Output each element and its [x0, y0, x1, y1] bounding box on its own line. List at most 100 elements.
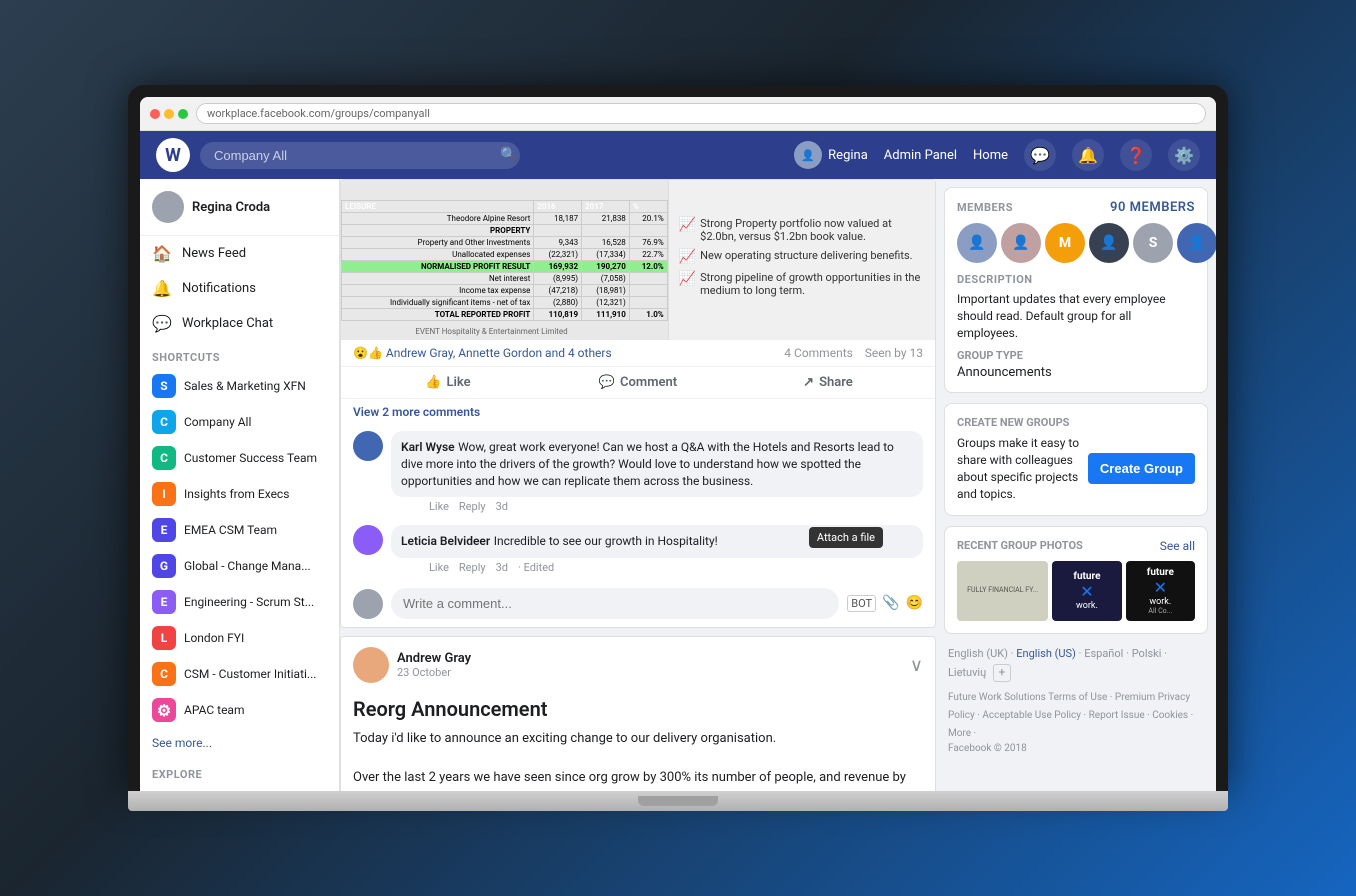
comment-2: Leticia Belvideer Incredible to see our …	[341, 519, 935, 580]
comment-like-1[interactable]: Like	[429, 500, 449, 513]
chart-icon-1: 📈	[679, 217, 696, 233]
share-button[interactable]: ↗ Share	[733, 369, 923, 396]
post-bullets-right: 📈 Strong Property portfolio now valued a…	[668, 180, 935, 340]
sidebar: Regina Croda 🏠 News Feed 🔔 Notifications…	[140, 179, 340, 791]
search-input[interactable]	[200, 142, 520, 169]
comment-time-1: 3d	[496, 500, 508, 513]
bullet-text-1: Strong Property portfolio now valued at …	[700, 217, 925, 243]
workplace-logo[interactable]: W	[156, 138, 190, 172]
comment-input[interactable]	[391, 588, 839, 619]
sidebar-item-chat[interactable]: 💬 Workplace Chat	[140, 306, 339, 341]
member-avatar-6[interactable]: 👤	[1177, 223, 1216, 263]
footer-cookies[interactable]: Cookies	[1152, 710, 1188, 721]
comment-1: Karl Wyse Wow, great work everyone! Can …	[341, 425, 935, 519]
laptop-notch	[638, 796, 718, 806]
shortcut-company-all[interactable]: C Company All	[140, 404, 339, 440]
post2-title: Reorg Announcement	[341, 693, 935, 729]
sidebar-item-newsfeed[interactable]: 🏠 News Feed	[140, 236, 339, 271]
photo-thumb-1[interactable]: FULLY FINANCIAL FY...	[957, 561, 1048, 621]
see-more-item[interactable]: See more...	[140, 728, 339, 758]
comment-author-1[interactable]: Karl Wyse	[401, 440, 455, 454]
member-avatar-1[interactable]: 👤	[957, 223, 997, 263]
footer-report[interactable]: Report Issue	[1089, 710, 1145, 721]
lang-en-uk[interactable]: English (UK)	[948, 647, 1008, 660]
shortcut-sales-marketing[interactable]: S Sales & Marketing XFN	[140, 368, 339, 404]
member-avatar-4[interactable]: 👤	[1089, 223, 1129, 263]
shortcut-icon-apac: ⚙	[152, 698, 176, 722]
like-button[interactable]: 👍 Like	[353, 369, 543, 396]
create-group-button[interactable]: Create Group	[1088, 453, 1195, 484]
members-count[interactable]: 90 members	[1110, 200, 1195, 215]
top-nav: W 🔍 👤 Regina Admin Panel Home 💬 🔔 ❓ ⚙️	[140, 131, 1216, 179]
comment-like-2[interactable]: Like	[429, 561, 449, 574]
comment-button[interactable]: 💬 Comment	[543, 369, 733, 396]
shortcut-london[interactable]: L London FYI	[140, 620, 339, 656]
main-layout: Regina Croda 🏠 News Feed 🔔 Notifications…	[140, 179, 1216, 791]
lang-lt[interactable]: Lietuvių	[948, 666, 986, 679]
shortcut-emea[interactable]: E EMEA CSM Team	[140, 512, 339, 548]
sidebar-item-notifications[interactable]: 🔔 Notifications	[140, 271, 339, 306]
shortcut-label-cst: Customer Success Team	[184, 451, 317, 465]
bot-icon: BOT	[847, 595, 876, 612]
sidebar-newsfeed-label: News Feed	[182, 246, 246, 261]
footer-terms[interactable]: Future Work Solutions Terms of Use	[948, 692, 1107, 703]
comment-actions-2: Like Reply 3d · Edited Attach a file	[391, 561, 923, 574]
member-avatar-3[interactable]: M	[1045, 223, 1085, 263]
shortcut-global-change[interactable]: G Global - Change Mana...	[140, 548, 339, 584]
comment-text-1: Wow, great work everyone! Can we host a …	[401, 440, 894, 488]
explore-groups[interactable]: 👥 Groups 2	[140, 785, 339, 791]
footer-more[interactable]: More	[948, 728, 971, 739]
see-all-link[interactable]: See all	[1160, 539, 1195, 553]
group-type-label: GROUP TYPE	[957, 349, 1195, 362]
comment-reply-2[interactable]: Reply	[459, 561, 486, 574]
shortcut-engineering[interactable]: E Engineering - Scrum St...	[140, 584, 339, 620]
post2-author[interactable]: Andrew Gray	[397, 651, 902, 666]
shortcut-customer-success[interactable]: C Customer Success Team	[140, 440, 339, 476]
add-language-btn[interactable]: +	[993, 664, 1011, 682]
admin-panel-link[interactable]: Admin Panel	[884, 148, 957, 163]
comment-input-icons: BOT 📎 😊	[847, 595, 923, 612]
post2-menu-icon[interactable]: ∨	[910, 655, 923, 676]
comments-count[interactable]: 4 Comments	[784, 346, 853, 360]
comment-author-2[interactable]: Leticia Belvideer	[401, 534, 490, 548]
attachment-icon[interactable]: 📎	[882, 595, 899, 612]
url-bar[interactable]: workplace.facebook.com/groups/companyall	[196, 103, 1206, 124]
shortcut-label-apac: APAC team	[184, 703, 244, 717]
lang-es[interactable]: Español	[1084, 647, 1123, 660]
shortcut-label-sales: Sales & Marketing XFN	[184, 379, 306, 393]
help-icon[interactable]: ❓	[1120, 139, 1152, 171]
view-more-comments[interactable]: View 2 more comments	[341, 399, 935, 425]
minimize-dot[interactable]	[164, 109, 174, 119]
member-avatar-5[interactable]: S	[1133, 223, 1173, 263]
emoji-icon[interactable]: 😊	[906, 595, 923, 612]
lang-en-us[interactable]: English (US)	[1016, 647, 1076, 660]
chat-icon[interactable]: 💬	[1024, 139, 1056, 171]
footer-languages: English (UK) · English (US) · Español · …	[944, 644, 1208, 690]
photo-thumb-3[interactable]: future ✕ work. All Co...	[1126, 561, 1195, 621]
member-avatar-2[interactable]: 👤	[1001, 223, 1041, 263]
search-icon: 🔍	[500, 147, 517, 163]
comment-content-1: Karl Wyse Wow, great work everyone! Can …	[391, 431, 923, 497]
reactions-text: 😮👍 Andrew Gray, Annette Gordon and 4 oth…	[353, 346, 612, 360]
bell-icon[interactable]: 🔔	[1072, 139, 1104, 171]
maximize-dot[interactable]	[178, 109, 188, 119]
footer-acceptable[interactable]: Acceptable Use Policy	[982, 710, 1081, 721]
shortcut-csm[interactable]: C CSM - Customer Initiati...	[140, 656, 339, 692]
shortcut-insights-execs[interactable]: I Insights from Execs	[140, 476, 339, 512]
settings-icon[interactable]: ⚙️	[1168, 139, 1200, 171]
create-groups-card: CREATE NEW GROUPS Groups make it easy to…	[944, 403, 1208, 515]
close-dot[interactable]	[150, 109, 160, 119]
comment-bubble-2-wrap: Leticia Belvideer Incredible to see our …	[391, 525, 923, 574]
shortcut-apac[interactable]: ⚙ APAC team	[140, 692, 339, 728]
photos-label: RECENT GROUP PHOTOS	[957, 539, 1083, 552]
bullet-text-3: Strong pipeline of growth opportunities …	[700, 271, 925, 297]
sidebar-user[interactable]: Regina Croda	[140, 179, 339, 236]
comment-avatar-1	[353, 431, 383, 461]
shortcut-icon-company: C	[152, 410, 176, 434]
home-link[interactable]: Home	[973, 148, 1008, 163]
photo-thumb-2[interactable]: future ✕ work.	[1052, 561, 1121, 621]
comment-icon: 💬	[599, 375, 615, 390]
lang-pl[interactable]: Polski	[1132, 647, 1162, 660]
topnav-user[interactable]: 👤 Regina	[794, 141, 868, 169]
comment-reply-1[interactable]: Reply	[459, 500, 486, 513]
